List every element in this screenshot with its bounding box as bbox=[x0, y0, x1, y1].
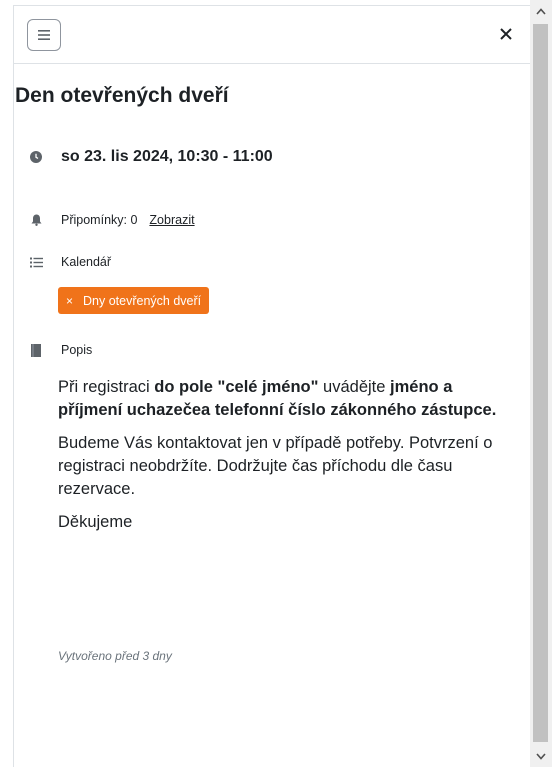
reminders-row: Připomínky: 0 Zobrazit bbox=[27, 213, 195, 227]
hamburger-menu-icon bbox=[38, 30, 50, 40]
description-bold-text: do pole "celé jméno" bbox=[154, 378, 319, 396]
document-icon bbox=[27, 343, 45, 357]
scrollbar-thumb[interactable] bbox=[533, 24, 548, 742]
event-description: Při registraci do pole "celé jméno" uvád… bbox=[58, 376, 518, 544]
reminders-label: Připomínky: 0 bbox=[61, 213, 138, 227]
description-text: Při registraci bbox=[58, 378, 155, 396]
drawer-header bbox=[14, 6, 530, 64]
description-paragraph: Při registraci do pole "celé jméno" uvád… bbox=[58, 376, 518, 422]
calendar-tag-label: Dny otevřených dveří bbox=[83, 293, 202, 308]
event-datetime: so 23. lis 2024, 10:30 - 11:00 bbox=[61, 148, 273, 165]
clock-icon bbox=[27, 151, 45, 163]
scrollbar[interactable] bbox=[530, 0, 552, 767]
menu-button[interactable] bbox=[27, 19, 61, 51]
description-label: Popis bbox=[61, 343, 93, 357]
close-button[interactable] bbox=[494, 22, 518, 46]
calendar-row: Kalendář bbox=[27, 255, 111, 269]
bell-icon bbox=[27, 214, 45, 226]
created-timestamp: Vytvořeno před 3 dny bbox=[58, 649, 172, 663]
calendar-label: Kalendář bbox=[61, 255, 112, 269]
scroll-up-arrow-icon[interactable] bbox=[530, 2, 552, 20]
tag-remove-icon[interactable]: × bbox=[66, 294, 73, 308]
event-datetime-row: so 23. lis 2024, 10:30 - 11:00 bbox=[27, 148, 273, 166]
close-icon bbox=[500, 28, 512, 40]
description-row: Popis bbox=[27, 343, 92, 357]
description-paragraph: Děkujeme bbox=[58, 513, 133, 531]
scroll-down-arrow-icon[interactable] bbox=[530, 747, 552, 765]
description-text: uvádějte bbox=[318, 378, 391, 396]
calendar-tag: × Dny otevřených dveří bbox=[58, 287, 210, 314]
event-title: Den otevřených dveří bbox=[15, 84, 229, 107]
reminders-show-link[interactable]: Zobrazit bbox=[149, 213, 194, 227]
list-icon bbox=[27, 257, 45, 268]
description-paragraph: Budeme Vás kontaktovat jen v případě pot… bbox=[58, 434, 493, 498]
